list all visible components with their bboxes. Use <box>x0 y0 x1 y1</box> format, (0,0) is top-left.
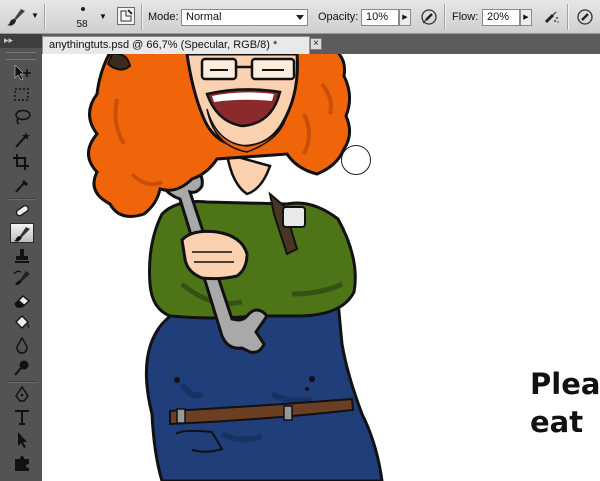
move-tool[interactable] <box>10 62 34 82</box>
dodge-icon <box>14 360 29 376</box>
airbrush-icon <box>544 11 559 24</box>
document-canvas[interactable]: Plea eat <box>42 54 600 481</box>
magic-wand-icon <box>15 132 30 148</box>
opacity-label: Opacity: <box>318 11 359 23</box>
divider <box>44 4 46 30</box>
divider <box>141 4 143 30</box>
flow-field[interactable]: 20% <box>482 9 520 26</box>
eraser-tool[interactable] <box>10 291 34 311</box>
blend-mode-select[interactable]: Normal <box>181 9 308 26</box>
opacity-pressure-button[interactable] <box>419 7 439 27</box>
canvas-text-line: eat <box>530 405 584 439</box>
crop-icon <box>13 154 29 170</box>
custom-shape-tool[interactable] <box>10 453 34 473</box>
marquee-icon <box>14 88 29 101</box>
eyedropper-tool[interactable] <box>10 175 34 195</box>
document-tab[interactable]: anythingtuts.psd @ 66,7% (Specular, RGB/… <box>42 36 310 54</box>
eyedropper-icon <box>15 180 28 193</box>
pen-tool[interactable] <box>10 385 34 405</box>
shirt <box>148 200 357 320</box>
hand <box>180 229 249 281</box>
opacity-slider-toggle[interactable]: ▶ <box>399 9 411 26</box>
brush-tool[interactable] <box>10 223 34 243</box>
arrow-pointer-icon <box>18 432 27 448</box>
flow-slider-toggle[interactable]: ▶ <box>520 9 532 26</box>
options-bar: ▼ 58 ▼ Mode: Normal Opacity: 10% ▶ Flow:… <box>0 0 600 34</box>
brush-size-value: 58 <box>76 19 88 30</box>
pen-icon <box>15 386 29 402</box>
eraser-icon <box>14 295 31 308</box>
chevron-down-icon[interactable]: ▼ <box>99 12 107 21</box>
divider <box>8 198 36 200</box>
brush-panel-icon <box>120 9 133 22</box>
history-brush-tool[interactable] <box>10 268 34 288</box>
quick-selection-tool[interactable] <box>10 130 34 150</box>
canvas-text: Plea eat <box>530 365 600 441</box>
chevron-down-icon[interactable]: ▼ <box>31 11 39 20</box>
brush-icon <box>7 9 25 26</box>
airbrush-button[interactable] <box>541 7 561 27</box>
tool-preset-picker[interactable] <box>6 6 28 28</box>
crop-tool[interactable] <box>10 152 34 172</box>
collapse-panel-icon: ▸▸ <box>4 35 14 45</box>
toggle-brush-panel-button[interactable] <box>117 7 135 25</box>
paint-bucket-tool[interactable] <box>10 313 34 333</box>
divider <box>567 4 569 30</box>
divider <box>8 381 36 383</box>
blur-tool[interactable] <box>10 336 34 356</box>
blur-drop-icon <box>16 337 28 354</box>
belt-loop <box>176 408 186 424</box>
blend-mode-value: Normal <box>186 11 222 23</box>
close-icon[interactable]: × <box>310 38 322 50</box>
panel-grip[interactable] <box>6 52 36 60</box>
tablet-pressure-icon <box>577 9 593 25</box>
tablet-pressure-icon <box>421 9 437 25</box>
paint-bucket-icon <box>15 315 30 329</box>
move-icon <box>14 64 31 81</box>
toolbox-panel: ▸▸ <box>0 34 42 481</box>
mode-label: Mode: <box>148 11 179 23</box>
path-selection-tool[interactable] <box>10 430 34 450</box>
brush-icon <box>14 227 30 242</box>
canvas-text-line: Plea <box>530 367 600 401</box>
marquee-tool[interactable] <box>10 85 34 105</box>
divider <box>444 4 446 30</box>
character-illustration <box>87 54 384 481</box>
clone-stamp-tool[interactable] <box>10 246 34 266</box>
flow-label: Flow: <box>452 11 479 23</box>
type-icon <box>15 410 29 425</box>
puzzle-shape-icon <box>15 456 29 471</box>
stamp-icon <box>15 249 29 263</box>
history-brush-icon <box>13 270 30 286</box>
chevron-down-icon <box>296 15 304 20</box>
lasso-icon <box>15 109 31 125</box>
bandage-icon <box>15 205 29 217</box>
brush-preset-picker[interactable]: 58 <box>62 3 102 31</box>
belt-loop <box>283 405 293 421</box>
dodge-tool[interactable] <box>10 358 34 378</box>
document-tab-bar: anythingtuts.psd @ 66,7% (Specular, RGB/… <box>42 34 600 54</box>
brush-tip-icon <box>81 7 85 11</box>
toolbox-header[interactable]: ▸▸ <box>0 34 42 48</box>
healing-brush-tool[interactable] <box>10 201 34 221</box>
type-tool[interactable] <box>10 407 34 427</box>
size-pressure-button[interactable] <box>575 7 595 27</box>
lasso-tool[interactable] <box>10 107 34 127</box>
opacity-field[interactable]: 10% <box>361 9 399 26</box>
brush-cursor <box>341 145 371 175</box>
